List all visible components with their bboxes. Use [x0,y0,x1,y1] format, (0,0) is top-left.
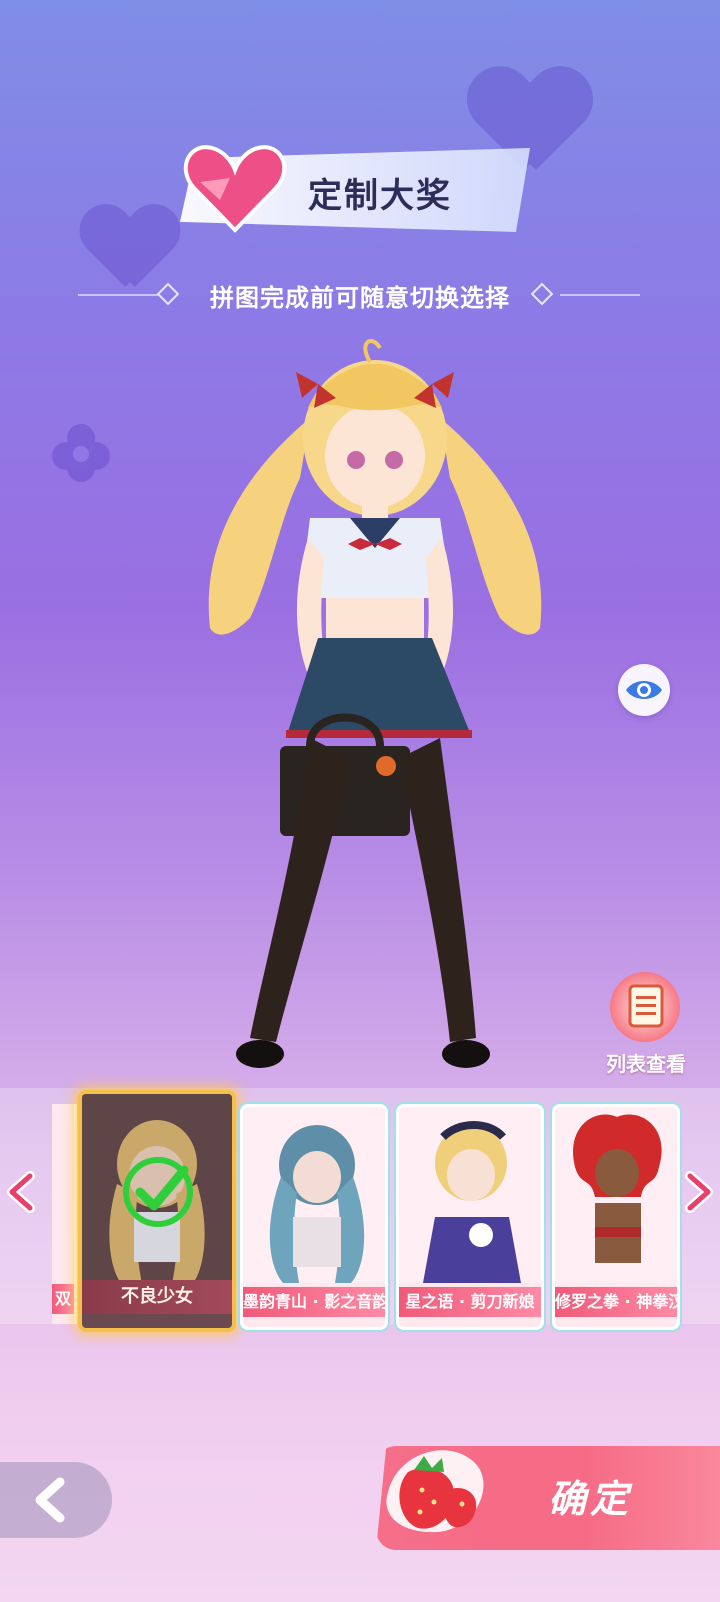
outfit-portrait [243,1107,385,1283]
outfit-card[interactable]: 星之语 · 剪刀新娘 [396,1104,544,1330]
page-title: 定制大奖 [308,176,452,216]
outfit-card[interactable]: 墨韵青山 · 影之音韵 [240,1104,388,1330]
list-view-label[interactable]: 列表查看 [596,1048,696,1077]
carousel-prev-button[interactable] [4,1170,38,1214]
back-button[interactable] [0,1462,112,1538]
carousel-next-button[interactable] [682,1170,716,1214]
card-label: 星之语 · 剪刀新娘 [399,1287,541,1317]
card-label: 双 [52,1284,74,1314]
outfit-card[interactable]: 修罗之拳 · 神拳汉 [552,1104,680,1330]
strawberry-icon [386,1450,484,1533]
card-label: 修罗之拳 · 神拳汉 [555,1287,677,1317]
list-icon [628,984,664,1028]
outfit-portrait [555,1107,677,1283]
card-label: 不良少女 [82,1280,232,1314]
list-view-button[interactable] [606,972,686,1052]
outfit-card-selected[interactable]: 不良少女 [78,1090,236,1332]
eye-icon [626,681,662,699]
page-subtitle: 拼图完成前可随意切换选择 [210,284,510,312]
card-partial[interactable]: 双 [52,1104,77,1324]
heart-icon [183,145,287,233]
confirm-label[interactable]: 确定 [548,1468,632,1523]
preview-toggle-button[interactable] [618,664,670,716]
chevron-left-icon [35,1477,65,1523]
outfit-portrait [399,1107,541,1283]
character-model [208,339,542,1068]
card-label: 墨韵青山 · 影之音韵 [243,1287,385,1317]
check-icon [123,1157,193,1227]
flower-icon [52,424,110,482]
reward-selection-screen: 定制大奖 拼图完成前可随意切换选择 列表查看 双 不良少女 墨韵青山 · 影之音… [0,0,720,1602]
